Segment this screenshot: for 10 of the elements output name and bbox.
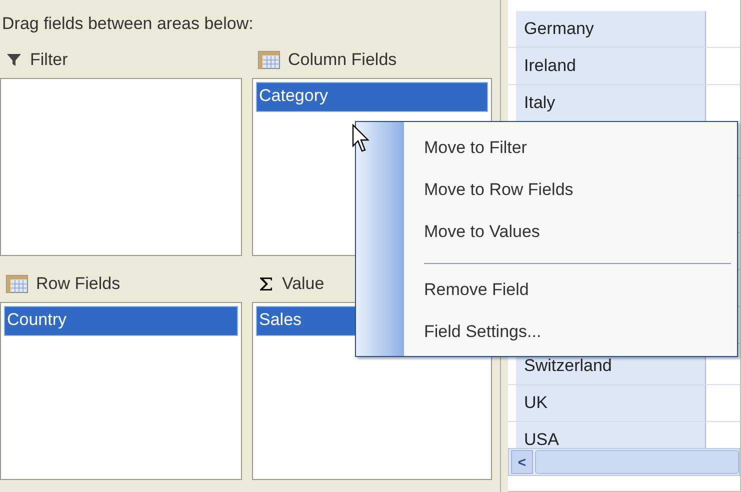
row-header-cell: Germany: [516, 11, 706, 47]
area-title: Column Fields: [288, 49, 397, 72]
instructions-text: Drag fields between areas below:: [1, 13, 254, 35]
area-title: Value: [282, 273, 324, 296]
area-title: Row Fields: [36, 273, 120, 296]
row-header-cell: Italy: [516, 85, 706, 121]
row-header-cell: UK: [516, 385, 706, 421]
row-header-cell: Ireland: [516, 48, 706, 84]
row-header-cell: USA: [516, 422, 706, 448]
area-title: Filter: [30, 49, 68, 72]
